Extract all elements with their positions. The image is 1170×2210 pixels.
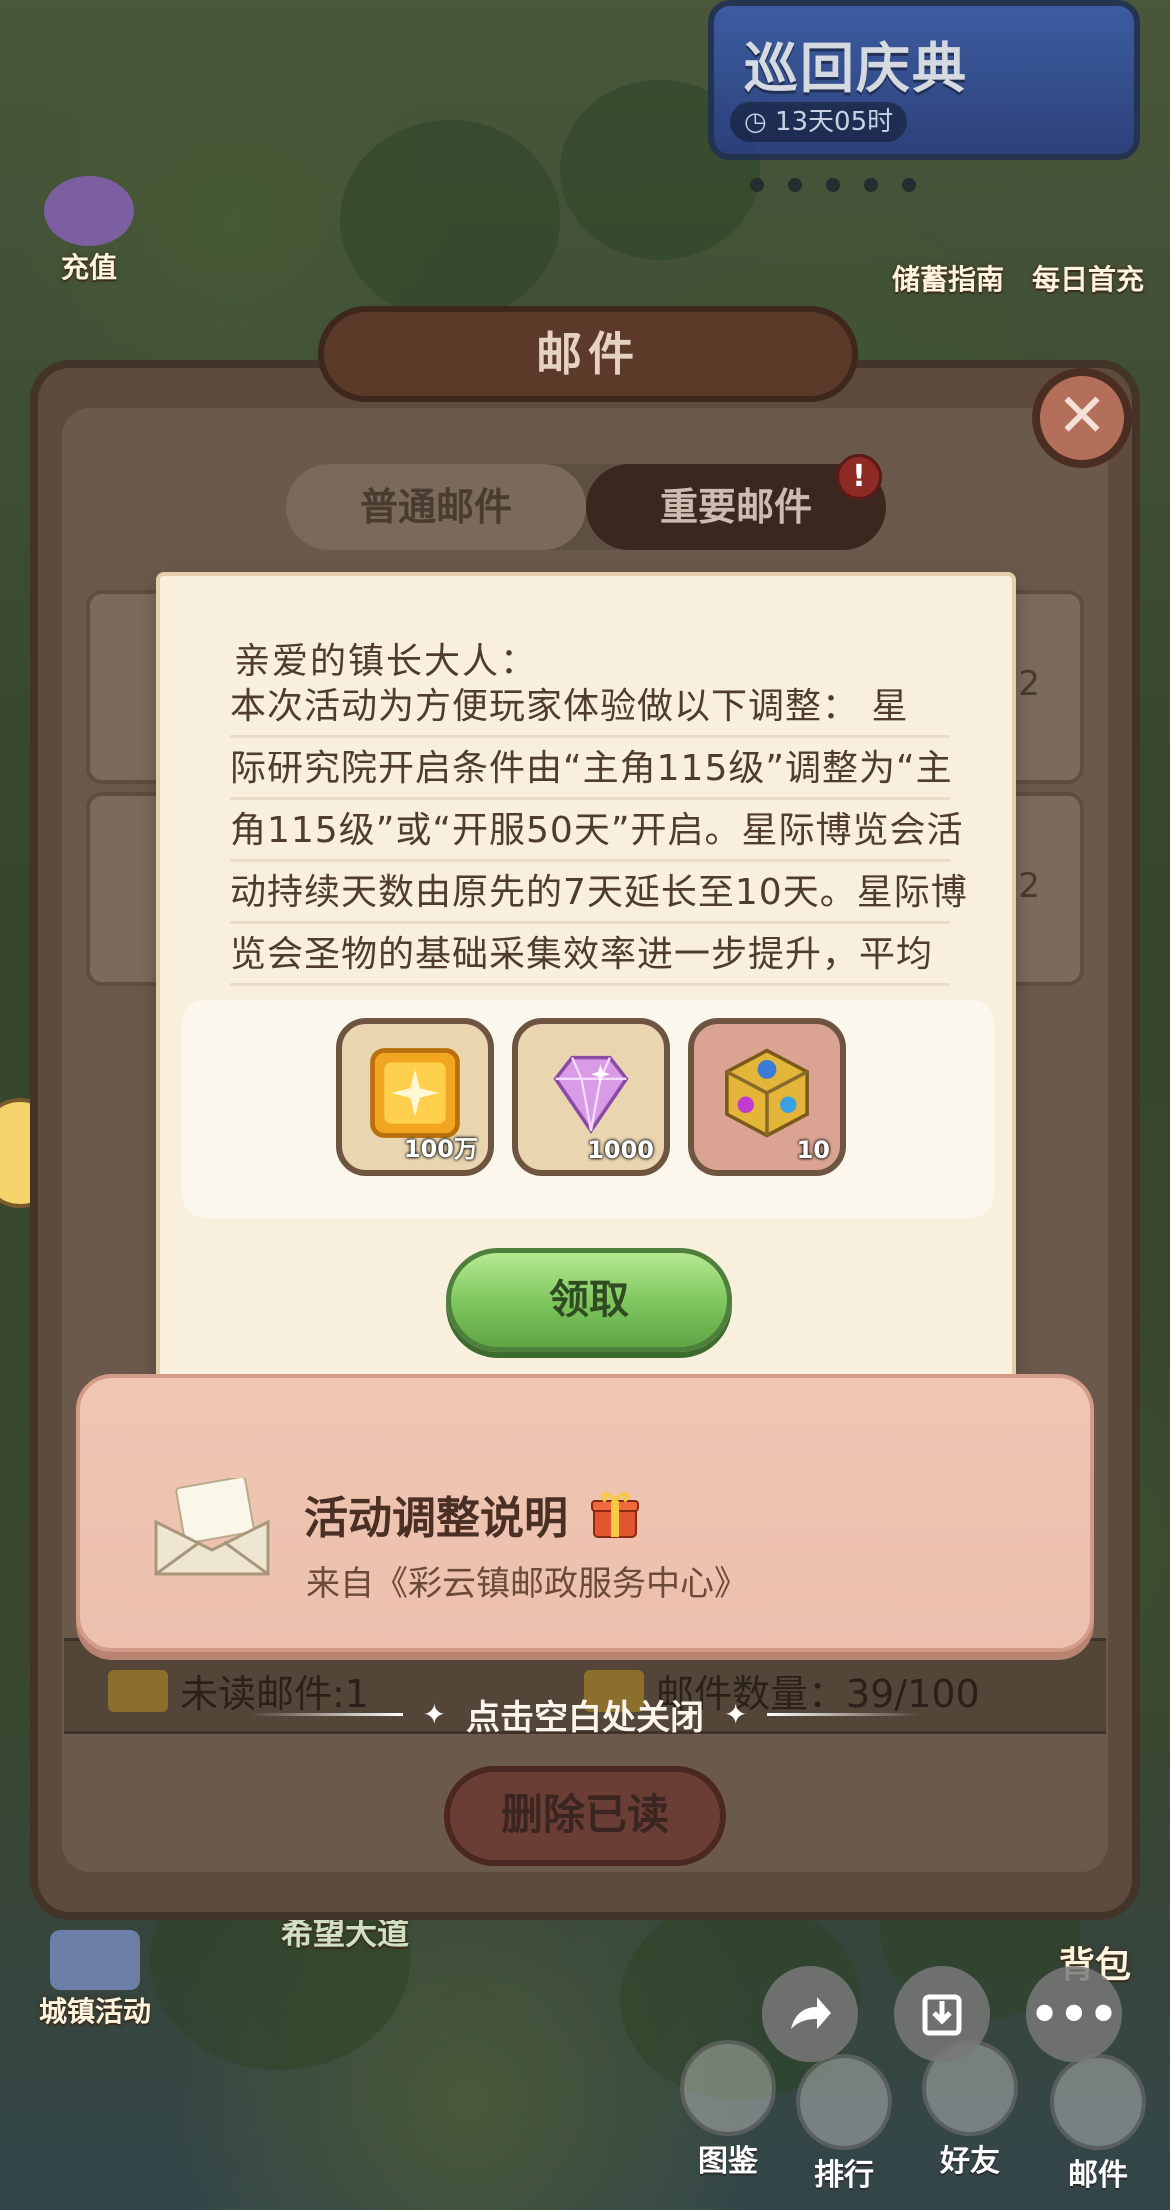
town-event-button[interactable]: 城镇活动 bbox=[20, 1930, 170, 2030]
mail-subject: 活动调整说明 bbox=[304, 1482, 642, 1546]
ranking-icon bbox=[796, 2054, 892, 2150]
hint-divider bbox=[250, 1712, 403, 1716]
mail-tabs: 普通邮件 重要邮件 bbox=[286, 464, 886, 550]
bottom-nav-friends-label: 好友 bbox=[940, 2144, 1000, 2179]
mail-window-title: 邮件 bbox=[318, 306, 858, 402]
page-dots bbox=[750, 178, 916, 192]
bottom-nav-friends[interactable]: 好友 bbox=[910, 2040, 1030, 2180]
close-button[interactable]: ✕ bbox=[1032, 368, 1132, 468]
close-icon: ✕ bbox=[1056, 381, 1108, 451]
letter-line: 动持续天数由原先的7天延长至10天。星际博 bbox=[230, 862, 967, 924]
event-timer-text: 13天05时 bbox=[774, 107, 894, 137]
hint-divider bbox=[767, 1712, 920, 1716]
letter-body[interactable]: 本次活动为方便玩家体验做以下调整： 星 际研究院开启条件由“主角115级”调整为… bbox=[230, 676, 967, 986]
reward-item-mystery-cube[interactable]: 10 bbox=[688, 1018, 846, 1176]
bottom-nav-mail-label: 邮件 bbox=[1068, 2158, 1128, 2193]
savings-guide-button[interactable]: 储蓄指南 bbox=[878, 258, 1018, 298]
sparkle-icon: ✦ bbox=[422, 1697, 446, 1731]
open-envelope-icon bbox=[154, 1478, 270, 1576]
mail-list-item-number: 2 bbox=[1018, 866, 1040, 906]
envelope-icon bbox=[108, 1669, 168, 1712]
clock-icon: ◷ bbox=[744, 107, 775, 137]
letter-line: 际研究院开启条件由“主角115级”调整为“主 bbox=[230, 738, 952, 800]
event-title: 巡回庆典 bbox=[744, 37, 968, 100]
letter-line: 角115级”或“开服50天”开启。星际博览会活 bbox=[230, 800, 962, 862]
close-hint[interactable]: ✦ 点击空白处关闭 ✦ bbox=[250, 1688, 920, 1740]
download-button[interactable] bbox=[894, 1966, 990, 2062]
event-timer: ◷ 13天05时 bbox=[730, 102, 908, 142]
daily-first-recharge-label: 每日首充 bbox=[1031, 263, 1144, 296]
close-hint-text: 点击空白处关闭 bbox=[466, 1697, 704, 1738]
claim-button[interactable]: 领取 bbox=[446, 1248, 732, 1352]
savings-guide-label: 储蓄指南 bbox=[891, 263, 1004, 296]
town-event-icon bbox=[50, 1930, 140, 1990]
reward-quantity: 100万 bbox=[403, 1135, 478, 1163]
download-icon bbox=[922, 1994, 962, 2036]
book-icon bbox=[680, 2040, 776, 2136]
reward-list: 100万 1000 10 bbox=[182, 1000, 994, 1218]
mail-sender: 来自《彩云镇邮政服务中心》 bbox=[306, 1564, 748, 1604]
mail-list-item-number: 2 bbox=[1018, 664, 1040, 704]
tab-notification-badge: ! bbox=[836, 454, 882, 500]
gem-pile-icon bbox=[44, 176, 134, 246]
town-event-label: 城镇活动 bbox=[38, 1995, 151, 2028]
letter-paper: 亲爱的镇长大人： 本次活动为方便玩家体验做以下调整： 星 际研究院开启条件由“主… bbox=[156, 572, 1016, 1432]
letter-line: 览会圣物的基础采集效率进一步提升，平均 bbox=[230, 924, 950, 986]
bottom-nav-ranking-label: 排行 bbox=[814, 2158, 874, 2193]
reward-quantity: 10 bbox=[796, 1136, 830, 1164]
reward-item-gold[interactable]: 100万 bbox=[336, 1018, 494, 1176]
share-icon bbox=[791, 1997, 831, 2029]
recharge-label: 充值 bbox=[60, 251, 117, 284]
delete-read-button[interactable]: 删除已读 bbox=[444, 1766, 726, 1866]
more-icon: ••• bbox=[1029, 1987, 1119, 2041]
reward-item-diamond[interactable]: 1000 bbox=[512, 1018, 670, 1176]
mystery-cube-icon bbox=[725, 1048, 809, 1138]
bottom-nav-atlas[interactable]: 图鉴 bbox=[668, 2040, 788, 2180]
reward-quantity: 1000 bbox=[587, 1136, 654, 1164]
mail-icon bbox=[1050, 2054, 1146, 2150]
mail-subject-text: 活动调整说明 bbox=[304, 1493, 568, 1544]
event-banner[interactable]: 巡回庆典 ◷ 13天05时 bbox=[708, 0, 1140, 160]
sparkle-icon: ✦ bbox=[724, 1697, 748, 1731]
diamond-icon bbox=[553, 1055, 629, 1134]
gift-icon bbox=[591, 1492, 639, 1538]
letter-line: 本次活动为方便玩家体验做以下调整： 星 bbox=[230, 676, 950, 738]
tab-normal-mail[interactable]: 普通邮件 bbox=[286, 464, 586, 550]
share-button[interactable] bbox=[762, 1966, 858, 2062]
envelope: 活动调整说明 来自《彩云镇邮政服务中心》 bbox=[76, 1374, 1094, 1652]
bottom-nav-mail[interactable]: 邮件 bbox=[1038, 2054, 1158, 2194]
bottom-nav-ranking[interactable]: 排行 bbox=[784, 2054, 904, 2194]
recharge-button[interactable]: 充值 bbox=[24, 176, 154, 286]
more-button[interactable]: ••• bbox=[1026, 1966, 1122, 2062]
daily-first-recharge-button[interactable]: 每日首充 bbox=[1018, 258, 1158, 298]
bottom-nav-atlas-label: 图鉴 bbox=[698, 2144, 758, 2179]
